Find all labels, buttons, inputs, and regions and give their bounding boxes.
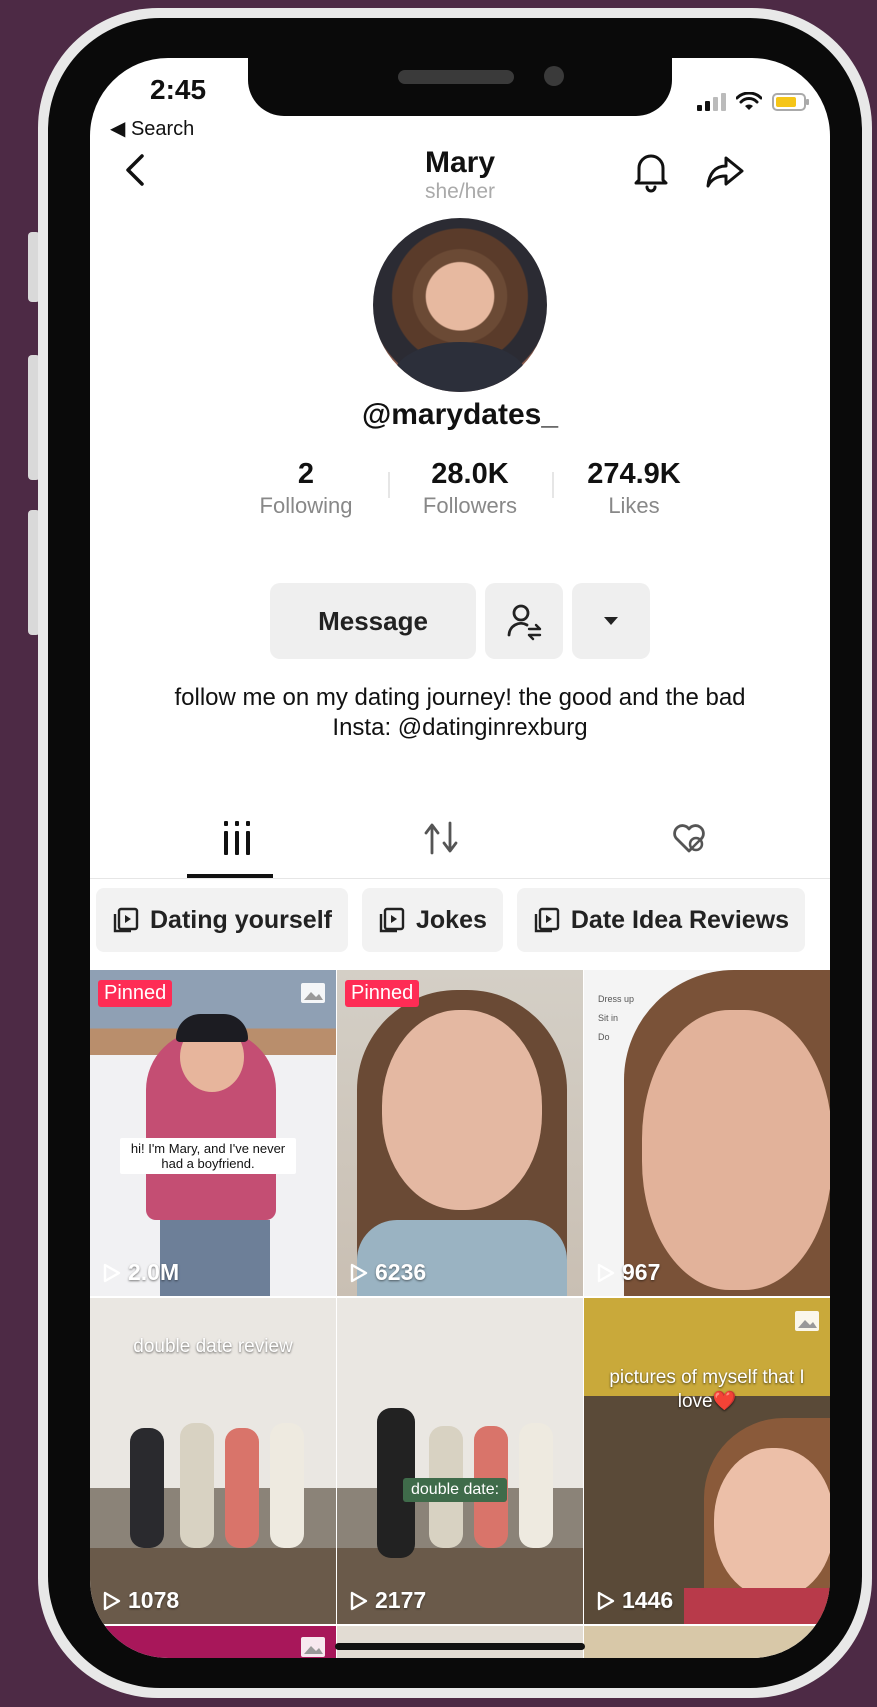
playlist-date-idea-reviews[interactable]: Date Idea Reviews: [516, 888, 806, 952]
bell-icon[interactable]: [630, 148, 672, 194]
play-icon: [103, 1591, 121, 1610]
user-switch-icon: [507, 604, 542, 641]
photo-icon: [301, 983, 325, 1003]
following-label: Following: [259, 493, 353, 518]
pinned-badge: Pinned: [98, 980, 173, 1007]
tab-repost-icon[interactable]: [420, 817, 462, 859]
playlist-jokes[interactable]: Jokes: [361, 888, 503, 952]
followers-count: 28.0K: [431, 458, 509, 490]
message-button[interactable]: Message: [270, 583, 476, 659]
followers-label: Followers: [422, 493, 518, 518]
likes-count: 274.9K: [587, 458, 681, 490]
video-tile[interactable]: Dress up Sit in Do 967: [584, 970, 830, 1296]
stat-following[interactable]: 2 Following: [224, 458, 388, 519]
view-count: 1446: [594, 1587, 673, 1614]
status-time: 2:45: [150, 74, 207, 105]
likes-label: Likes: [608, 493, 660, 518]
avatar[interactable]: [373, 218, 547, 392]
wifi-icon: [736, 92, 762, 110]
share-icon[interactable]: [704, 150, 746, 192]
status-icons: [697, 92, 809, 112]
play-icon: [350, 1591, 368, 1610]
video-tile[interactable]: [90, 1626, 336, 1658]
play-icon: [350, 1263, 368, 1282]
tab-videos-grid-icon[interactable]: [216, 817, 258, 859]
bio: follow me on my dating journey! the good…: [150, 683, 770, 743]
note-line: Dress up: [598, 994, 635, 1004]
play-icon: [103, 1263, 121, 1282]
view-count: 2.0M: [100, 1259, 179, 1286]
view-count: 967: [594, 1259, 660, 1286]
video-tile[interactable]: [584, 1626, 830, 1658]
profile-screen: 2:45 ◀ Search Mary she/her @marydates_ 2…: [90, 58, 830, 1658]
tab-liked-hidden-icon[interactable]: [668, 817, 710, 859]
battery-icon: [772, 93, 809, 111]
bio-instagram: Insta: @datinginrexburg: [332, 714, 588, 741]
video-caption: double date review: [133, 1336, 293, 1357]
photo-icon: [795, 1311, 819, 1331]
playlist-icon: [113, 907, 139, 933]
video-tile[interactable]: Pinned hi! I'm Mary, and I've never had …: [90, 970, 336, 1296]
playlist-dating-yourself[interactable]: Dating yourself: [96, 888, 348, 952]
note-line: Sit in: [598, 1013, 619, 1023]
active-tab-indicator: [187, 874, 273, 878]
play-icon: [597, 1591, 615, 1610]
video-tile[interactable]: [337, 1626, 583, 1658]
stat-likes[interactable]: 274.9K Likes: [552, 458, 716, 519]
view-count: 6236: [347, 1259, 426, 1286]
playlist-label: Jokes: [415, 905, 487, 934]
stat-followers[interactable]: 28.0K Followers: [388, 458, 552, 519]
view-count: 2177: [347, 1587, 426, 1614]
friend-status-button[interactable]: [485, 583, 563, 659]
speaker: [398, 70, 514, 84]
signal-icon: [697, 93, 726, 111]
note-line: Do: [598, 1032, 610, 1042]
suggested-accounts-button[interactable]: [572, 583, 650, 659]
following-count: 2: [297, 458, 315, 490]
bio-text: follow me on my dating journey! the good…: [174, 684, 746, 711]
playlist-icon: [534, 907, 560, 933]
content-tabs: [90, 803, 830, 879]
photo-icon: [301, 1637, 325, 1657]
stats-row: 2 Following 28.0K Followers 274.9K Likes: [224, 458, 716, 519]
notch: [248, 58, 672, 116]
front-camera: [544, 66, 564, 86]
view-count: 1078: [100, 1587, 179, 1614]
playlist-icon: [379, 907, 405, 933]
username: @marydates_: [361, 398, 559, 431]
video-caption: pictures of myself that I love❤️: [609, 1367, 805, 1412]
pinned-badge: Pinned: [345, 980, 420, 1007]
caret-down-icon: [604, 617, 618, 625]
video-tile[interactable]: Pinned 6236: [337, 970, 583, 1296]
playlist-label: Date Idea Reviews: [570, 905, 790, 934]
play-icon: [597, 1263, 615, 1282]
video-tile[interactable]: pictures of myself that I love❤️ 1446: [584, 1298, 830, 1624]
home-indicator[interactable]: [335, 1643, 585, 1650]
playlists-row: Dating yourself Jokes Date Idea Reviews: [96, 888, 806, 952]
video-tile[interactable]: double date: 2177: [337, 1298, 583, 1624]
video-caption: double date:: [403, 1478, 508, 1502]
video-caption: hi! I'm Mary, and I've never had a boyfr…: [120, 1138, 296, 1174]
video-tile[interactable]: double date review 1078: [90, 1298, 336, 1624]
playlist-label: Dating yourself: [150, 905, 332, 934]
back-to-search-link[interactable]: ◀ Search: [110, 116, 194, 141]
